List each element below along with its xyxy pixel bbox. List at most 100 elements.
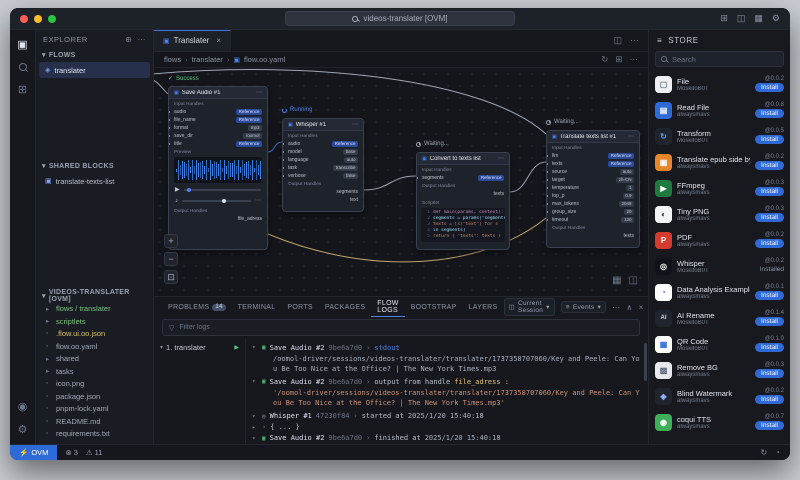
- split-editor-icon[interactable]: ◫: [613, 35, 622, 46]
- log-tree-item[interactable]: ▾ 1. translater ▶: [160, 343, 239, 352]
- input-handle[interactable]: [547, 169, 549, 174]
- install-button[interactable]: Install: [755, 317, 784, 327]
- input-row[interactable]: texts Reference: [547, 160, 639, 168]
- input-row[interactable]: llm Reference: [547, 152, 639, 160]
- seek-slider[interactable]: [183, 187, 261, 192]
- input-row[interactable]: source auto: [547, 168, 639, 176]
- more-icon[interactable]: ⋯: [256, 89, 262, 96]
- store-item-transform[interactable]: ↻ Transform MoskitoB0T @0.0.5 Install: [655, 123, 784, 149]
- more-icon[interactable]: ⋯: [630, 54, 639, 65]
- tree-item[interactable]: ▫ pnpm-lock.yaml: [36, 403, 153, 416]
- input-handle[interactable]: [169, 117, 171, 122]
- install-button[interactable]: Install: [755, 161, 784, 171]
- panel-tab-problems[interactable]: PROBLEMS 14: [162, 297, 232, 317]
- zoom-in-button[interactable]: +: [164, 234, 178, 248]
- log-row[interactable]: ▾ ▣ Save Audio #2 9be6a7d0 › stdout/oomol-dri…: [252, 342, 640, 374]
- output-row[interactable]: text: [283, 196, 363, 204]
- grid-icon[interactable]: ⊞: [720, 13, 728, 24]
- input-handle[interactable]: [169, 109, 171, 114]
- chevron-down-icon[interactable]: ▾: [252, 344, 258, 351]
- output-row[interactable]: file_adress: [169, 215, 267, 223]
- panel-toggle-icon[interactable]: ◫: [629, 275, 638, 286]
- input-handle[interactable]: [283, 149, 285, 154]
- output-handle[interactable]: [637, 234, 639, 238]
- input-handle[interactable]: [547, 153, 549, 158]
- output-handle[interactable]: [361, 190, 363, 194]
- shared-blocks-group-label[interactable]: ▾ SHARED BLOCKS: [36, 159, 153, 173]
- log-row[interactable]: ▾ ▣ Save Audio #2 9be6a7d0 › output from hand…: [252, 376, 640, 408]
- output-handle[interactable]: [265, 216, 267, 221]
- input-row[interactable]: group_size 20: [547, 208, 639, 216]
- install-button[interactable]: Install: [755, 369, 784, 379]
- panel-tab-bootstrap[interactable]: BOOTSTRAP: [405, 297, 463, 317]
- output-row[interactable]: texts: [417, 190, 509, 198]
- grid-icon[interactable]: ⊞: [615, 54, 622, 65]
- minimap-icon[interactable]: ▦: [612, 275, 621, 286]
- breadcrumb-file[interactable]: flow.oo.yaml: [244, 55, 285, 64]
- zoom-out-button[interactable]: −: [164, 252, 178, 266]
- install-button[interactable]: Install: [755, 135, 784, 145]
- tab-translater[interactable]: ▣ Translater ×: [154, 30, 232, 51]
- chevron-down-icon[interactable]: ▾: [252, 378, 258, 385]
- input-row[interactable]: audio Reference: [283, 140, 363, 148]
- account-icon[interactable]: ◉: [18, 400, 28, 413]
- ovm-status-badge[interactable]: ⚡ OVM: [10, 445, 58, 460]
- more-icon[interactable]: ⋯: [630, 35, 639, 46]
- breadcrumb-flows[interactable]: flows: [164, 55, 181, 64]
- chevron-down-icon[interactable]: ▾: [252, 413, 258, 420]
- more-icon[interactable]: ⋯: [498, 155, 504, 162]
- log-row[interactable]: ▸ ›{ ... }: [252, 422, 640, 433]
- input-handle[interactable]: [547, 161, 549, 166]
- node-header[interactable]: ▣ Translate texts list #1 ⋯: [547, 131, 639, 143]
- add-icon[interactable]: ⊕: [125, 35, 132, 44]
- input-row[interactable]: target zh-CN: [547, 176, 639, 184]
- input-handle[interactable]: [547, 209, 549, 214]
- store-item-translate-epub-side-by-[interactable]: ▣ Translate epub side by ..alwaysmavs @0.0…: [655, 149, 784, 175]
- store-item-pdf[interactable]: P PDF alwaysmavs @0.0.2 Install: [655, 227, 784, 253]
- install-button[interactable]: Install: [755, 395, 784, 405]
- filter-logs-input[interactable]: [179, 324, 633, 331]
- collapse-panel-icon[interactable]: ∧: [626, 303, 632, 312]
- log-filter[interactable]: ▽: [162, 319, 640, 336]
- panel-tab-layers[interactable]: LAYERS: [463, 297, 504, 317]
- input-row[interactable]: task transcribe: [283, 164, 363, 172]
- node-convert-to-texts-list[interactable]: ▣ Convert to texts list ⋯ Input Handles segm…: [416, 152, 510, 250]
- input-handle[interactable]: [547, 185, 549, 190]
- input-handle[interactable]: [547, 177, 549, 182]
- more-icon[interactable]: ⋯: [612, 303, 620, 312]
- connection-line[interactable]: [154, 80, 169, 95]
- close-panel-icon[interactable]: ×: [639, 303, 644, 312]
- tree-item[interactable]: ▸ flows / translater: [36, 303, 153, 316]
- input-row[interactable]: title Reference: [169, 140, 267, 148]
- log-row[interactable]: ▾ ◎ Whisper #1 47230f84 › started at 2025/1/20…: [252, 411, 640, 422]
- panel-tab-ports[interactable]: PORTS: [281, 297, 319, 317]
- input-row[interactable]: format mp3: [169, 124, 267, 132]
- node-header[interactable]: ▣ Save Audio #1 ⋯: [169, 87, 267, 99]
- gear-icon[interactable]: ⚙: [18, 423, 28, 436]
- store-item-read-file[interactable]: ▤ Read File alwaysmavs @0.0.8 Install: [655, 97, 784, 123]
- tree-item[interactable]: ▸ tasks: [36, 365, 153, 378]
- connection-line[interactable]: [509, 161, 547, 193]
- volume-icon[interactable]: ♪: [175, 198, 178, 204]
- store-item-qr-code[interactable]: ▦ QR Code MoskitoB0T @0.1.0 Install: [655, 331, 784, 357]
- events-select[interactable]: ≡ Events ▾: [560, 301, 607, 313]
- input-row[interactable]: file_name Reference: [169, 116, 267, 124]
- node-whisper[interactable]: ▣ Whisper #1 ⋯ Input Handles audio Reference m…: [282, 118, 364, 212]
- input-row[interactable]: top_p 0.9: [547, 192, 639, 200]
- scrollbar[interactable]: [644, 343, 647, 381]
- panel-tab-flow-logs[interactable]: FLOW LOGS: [371, 297, 404, 317]
- play-icon[interactable]: ▶: [175, 186, 180, 193]
- store-item-blind-watermark[interactable]: ◈ Blind Watermark alwaysmavs @0.0.2 Install: [655, 383, 784, 409]
- sync-icon[interactable]: ↻: [760, 448, 767, 457]
- tree-item[interactable]: ▫ README.md: [36, 415, 153, 428]
- input-handle[interactable]: [169, 125, 171, 130]
- bell-icon[interactable]: ◔: [775, 448, 780, 457]
- output-handle[interactable]: [507, 192, 509, 196]
- node-translate-texts-list[interactable]: ▣ Translate texts list #1 ⋯ Input Handles ll…: [546, 130, 640, 248]
- install-button[interactable]: Install: [755, 213, 784, 223]
- input-row[interactable]: max_tokens 2048: [547, 200, 639, 208]
- install-button[interactable]: Install: [755, 291, 784, 301]
- chevron-down-icon[interactable]: ▾: [252, 435, 258, 442]
- panel-tab-terminal[interactable]: TERMINAL: [232, 297, 282, 317]
- input-handle[interactable]: [283, 165, 285, 170]
